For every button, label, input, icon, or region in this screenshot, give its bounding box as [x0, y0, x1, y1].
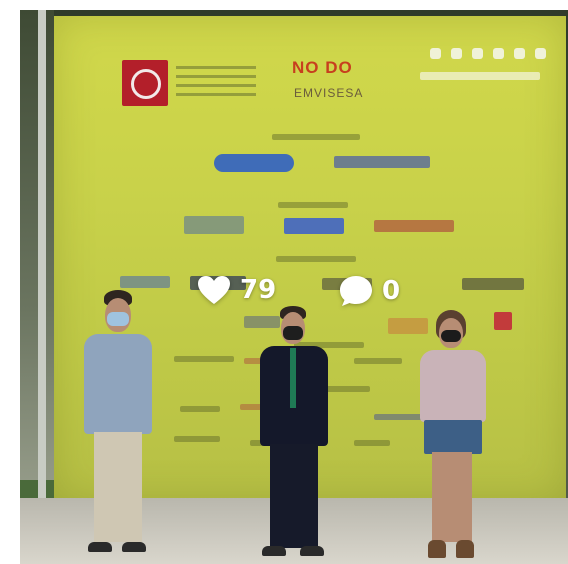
banner-pole — [38, 10, 46, 510]
post-photo[interactable]: NO DO EMVISESA — [20, 10, 568, 564]
sponsor-logo-9 — [462, 278, 524, 290]
sponsor-logo-4 — [284, 218, 344, 234]
person-middle-mask — [283, 326, 303, 340]
person-middle-trousers — [270, 444, 318, 548]
person-left-shirt — [84, 334, 152, 434]
person-left-mask — [107, 312, 129, 326]
sponsor-logo-text — [334, 156, 430, 168]
sponsor-logo-5 — [374, 220, 454, 232]
person-right-shorts — [424, 420, 482, 454]
university-logo-text — [176, 66, 256, 100]
person-right-mask — [441, 330, 461, 342]
person-right-blouse — [420, 350, 486, 422]
person-left — [78, 290, 158, 564]
sponsor-logo-15 — [354, 358, 402, 364]
person-middle-shoe — [300, 546, 324, 556]
person-left-shoe — [88, 542, 112, 552]
sponsor-logo-19 — [174, 436, 220, 442]
university-logo — [122, 60, 168, 106]
section-heading — [272, 134, 360, 140]
sponsor-logo-7 — [190, 276, 246, 290]
sponsor-logo-3 — [184, 216, 244, 234]
person-left-shoe — [122, 542, 146, 552]
logo-caption — [420, 72, 540, 80]
sponsor-logo-16 — [180, 406, 220, 412]
background-trees — [20, 10, 54, 510]
section-heading-3 — [276, 256, 356, 262]
person-left-trousers — [94, 432, 142, 542]
sponsor-logo-12 — [494, 312, 512, 330]
dots-logo — [430, 48, 546, 59]
person-middle-tie — [290, 348, 296, 408]
emvisesa-logo: EMVISESA — [294, 86, 364, 100]
sponsor-logo-8 — [322, 278, 372, 290]
sponsor-logo-blue — [214, 154, 294, 172]
person-right-boot — [428, 540, 446, 558]
person-right-boot — [456, 540, 474, 558]
section-heading-2 — [278, 202, 348, 208]
post-thumbnail-frame[interactable]: NO DO EMVISESA 79 0 — [0, 0, 568, 564]
sponsor-logo-21 — [354, 440, 390, 446]
nodo-logo: NO DO — [292, 58, 353, 77]
person-right-legs — [432, 452, 472, 542]
sponsor-logo-13 — [174, 356, 234, 362]
person-right — [416, 310, 490, 564]
person-middle-shoe — [262, 546, 286, 556]
person-middle — [256, 306, 332, 562]
sponsor-logo-6 — [120, 276, 170, 288]
sponsor-logo-18 — [374, 414, 422, 420]
